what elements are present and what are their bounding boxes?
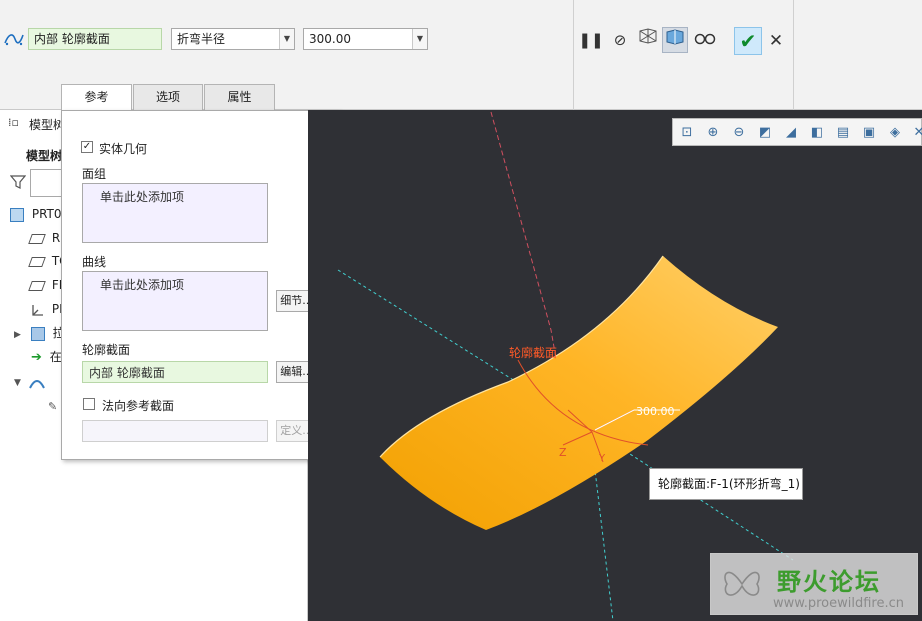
- quilt-label: 面组: [82, 167, 107, 181]
- solid-geometry-label: 实体几何: [99, 142, 148, 156]
- tab-label: 参考: [84, 90, 109, 104]
- expand-arrow-icon[interactable]: ▶: [14, 330, 21, 340]
- divider: [573, 0, 574, 110]
- tree-item-toroidal-bend[interactable]: ▼: [14, 370, 45, 392]
- tree-item-label: 在: [49, 350, 62, 364]
- tooltip-text: 轮廓截面:F-1(环形折弯_1): [658, 477, 800, 491]
- view-toolbar: ⊡ ⊕ ⊖ ◩ ◢ ◧ ▤ ▣ ◈ ✕: [672, 118, 922, 146]
- datum-display-icon[interactable]: ◈: [885, 123, 905, 143]
- datum-plane-icon: [28, 233, 46, 244]
- view-manager-icon[interactable]: ▤: [833, 123, 853, 143]
- normal-reference-checkbox[interactable]: [83, 398, 95, 410]
- graphics-viewport[interactable]: 轮廓截面 300.00 Z Y ⊡ ⊕ ⊖ ◩ ◢ ◧ ▤ ▣ ◈ ✕ 轮廓截面…: [308, 110, 922, 621]
- refit-icon[interactable]: ⊡: [677, 123, 697, 143]
- sketch-icon: ✎: [48, 400, 58, 413]
- profile-section-field[interactable]: 内部 轮廓截面: [28, 28, 162, 50]
- datum-plane-icon: [28, 280, 46, 291]
- axis-z-label: Z: [559, 446, 567, 459]
- profile-section-label: 轮廓截面: [82, 343, 131, 357]
- profile-curve-icon: [4, 30, 24, 48]
- verify-preview-icon: [665, 29, 685, 50]
- normal-reference-collector: [82, 420, 268, 442]
- tab-options[interactable]: 选项: [133, 84, 203, 110]
- toroidal-bend-icon: [28, 375, 45, 389]
- repaint-icon[interactable]: ◩: [755, 123, 775, 143]
- tab-properties[interactable]: 属性: [204, 84, 275, 110]
- perspective-icon[interactable]: ▣: [859, 123, 879, 143]
- tab-label: 属性: [227, 90, 252, 104]
- geometry-preview-icon: [637, 28, 659, 49]
- divider: [793, 0, 794, 110]
- datum-plane-icon: [28, 256, 46, 267]
- solid-geometry-checkbox[interactable]: ✓: [81, 141, 93, 153]
- annotation-display-icon[interactable]: ✕: [909, 123, 922, 143]
- bend-type-value: 折弯半径: [177, 32, 226, 46]
- tab-references[interactable]: 参考: [61, 84, 132, 111]
- tree-item-extrude[interactable]: ▶ 拉: [14, 322, 65, 344]
- radius-value: 300.00: [309, 32, 351, 46]
- curve-collector-text: 单击此处添加项: [100, 278, 185, 292]
- quilt-collector[interactable]: 单击此处添加项: [82, 183, 268, 243]
- coordinate-system-icon: [30, 303, 44, 317]
- part-icon: [10, 207, 24, 222]
- chevron-down-icon[interactable]: ▼: [412, 29, 427, 49]
- curve-collector[interactable]: 单击此处添加项: [82, 271, 268, 331]
- zoom-out-icon[interactable]: ⊖: [729, 123, 749, 143]
- forum-watermark: 野火论坛 www.proewildfire.cn: [710, 553, 918, 615]
- confirm-check-icon: ✔: [739, 29, 757, 53]
- collapse-arrow-icon[interactable]: ▼: [14, 378, 21, 388]
- model-tree-icon: ⁞▫: [8, 116, 19, 129]
- viewport-graphics: 轮廓截面 300.00 Z Y: [337, 111, 794, 621]
- saved-orientations-icon[interactable]: ◧: [807, 123, 827, 143]
- model-tree-subtitle: 模型树: [26, 149, 63, 163]
- watermark-url: www.proewildfire.cn: [773, 596, 904, 611]
- feature-dashboard: 内部 轮廓截面 折弯半径 ▼ 300.00 ▼ ❚❚ ⊘ ✔ ✕ 参考 选项 属…: [0, 0, 922, 111]
- butterfly-logo-icon: [719, 560, 765, 606]
- display-style-icon[interactable]: ◢: [781, 123, 801, 143]
- profile-section-collector[interactable]: 内部 轮廓截面: [82, 361, 268, 383]
- tab-label: 选项: [155, 90, 180, 104]
- radius-input[interactable]: 300.00 ▼: [303, 28, 428, 50]
- glasses-button[interactable]: [692, 27, 718, 53]
- bend-type-dropdown[interactable]: 折弯半径 ▼: [171, 28, 295, 50]
- references-panel: ✓ 实体几何 面组 单击此处添加项 曲线 单击此处添加项 细节... 轮廓截面 …: [61, 110, 340, 460]
- verify-preview-button[interactable]: [662, 27, 688, 53]
- insert-here-icon: ➔: [31, 350, 42, 365]
- cancel-x-icon: ✕: [768, 31, 784, 51]
- profile-section-annotation: 轮廓截面: [509, 345, 557, 360]
- filter-icon[interactable]: [9, 174, 27, 190]
- no-preview-button[interactable]: ⊘: [607, 27, 633, 53]
- axis-y-label: Y: [598, 453, 606, 464]
- profile-section-value: 内部 轮廓截面: [34, 32, 110, 46]
- extrude-icon: [30, 326, 45, 341]
- glasses-icon: [694, 31, 716, 49]
- quilt-collector-text: 单击此处添加项: [100, 190, 185, 204]
- pause-icon: ❚❚: [578, 31, 604, 49]
- tree-item-right-plane[interactable]: RI: [28, 227, 64, 249]
- chevron-down-icon[interactable]: ▼: [279, 29, 294, 49]
- profile-section-collector-text: 内部 轮廓截面: [89, 366, 165, 380]
- normal-reference-label: 法向参考截面: [102, 399, 175, 413]
- cancel-button[interactable]: ✕: [763, 28, 789, 54]
- no-preview-icon: ⊘: [613, 31, 627, 49]
- watermark-title: 野火论坛: [777, 568, 881, 596]
- dimension-value[interactable]: 300.00: [636, 405, 675, 418]
- geometry-preview-button[interactable]: [635, 27, 661, 53]
- selection-tooltip: 轮廓截面:F-1(环形折弯_1): [649, 468, 803, 500]
- pause-button[interactable]: ❚❚: [578, 27, 604, 53]
- model-tree-title: 模型树: [29, 118, 66, 132]
- curve-label: 曲线: [82, 255, 107, 269]
- zoom-in-icon[interactable]: ⊕: [703, 123, 723, 143]
- tree-item-insert-here[interactable]: ➔ 在: [31, 346, 62, 368]
- confirm-button[interactable]: ✔: [734, 27, 762, 55]
